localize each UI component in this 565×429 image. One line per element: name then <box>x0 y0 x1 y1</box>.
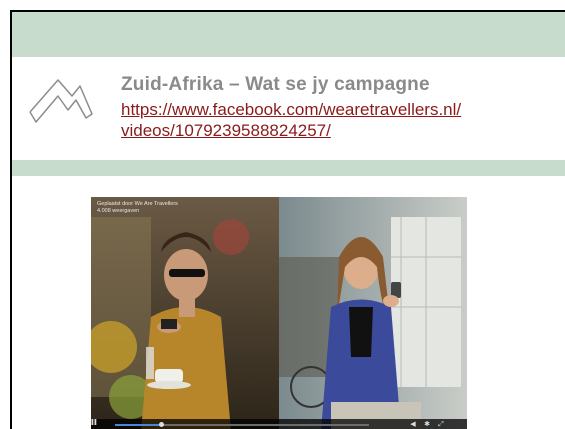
progress-bar[interactable] <box>115 422 369 427</box>
video-link[interactable]: https://www.facebook.com/wearetravellers… <box>121 99 561 141</box>
settings-icon[interactable]: ✱ <box>423 421 431 429</box>
view-count: 4.008 weergaven <box>97 208 140 214</box>
play-icon[interactable] <box>91 419 97 425</box>
volume-icon[interactable]: ◀ <box>409 421 417 429</box>
section-band <box>12 160 565 176</box>
page-link[interactable]: We Are Travellers <box>135 201 178 207</box>
video-controls: ◀ ✱ ⤢ <box>91 419 467 429</box>
posted-by-prefix: Geplaatst door <box>97 201 135 207</box>
fullscreen-icon[interactable]: ⤢ <box>437 421 445 429</box>
title-block: Zuid-Afrika – Wat se jy campagne https:/… <box>121 72 561 141</box>
progress-fill <box>115 424 161 426</box>
slide: Zuid-Afrika – Wat se jy campagne https:/… <box>10 10 565 429</box>
header-band <box>12 12 565 57</box>
video-player[interactable]: Geplaatst door We Are Travellers 4.008 w… <box>91 197 467 429</box>
header-divider <box>12 57 565 60</box>
progress-handle[interactable] <box>158 422 164 427</box>
house-outline-icon <box>29 79 93 123</box>
video-frame <box>91 197 467 429</box>
posted-by: Geplaatst door We Are Travellers <box>97 201 178 208</box>
video-meta: Geplaatst door We Are Travellers 4.008 w… <box>97 201 178 215</box>
slide-title: Zuid-Afrika – Wat se jy campagne <box>121 74 430 95</box>
video-link-line-1: https://www.facebook.com/wearetravellers… <box>121 100 462 119</box>
video-link-line-2: videos/1079239588824257/ <box>121 121 331 140</box>
